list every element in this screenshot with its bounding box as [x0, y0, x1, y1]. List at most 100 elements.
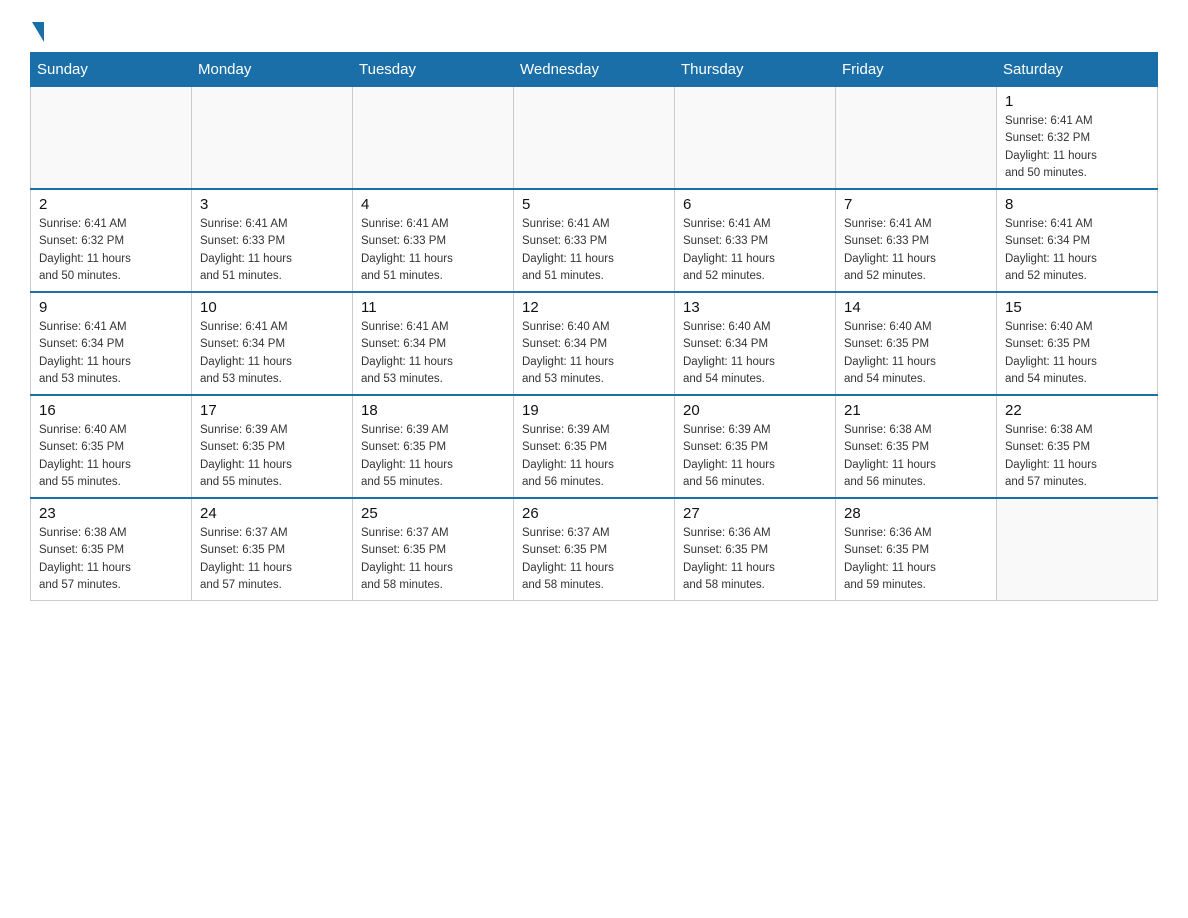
day-info: Sunrise: 6:37 AM Sunset: 6:35 PM Dayligh…	[200, 525, 344, 594]
calendar-cell	[192, 87, 353, 190]
day-number: 20	[683, 402, 827, 419]
day-info: Sunrise: 6:41 AM Sunset: 6:33 PM Dayligh…	[522, 216, 666, 285]
calendar-cell: 6 Sunrise: 6:41 AM Sunset: 6:33 PM Daylig…	[675, 189, 836, 292]
week-row-2: 9 Sunrise: 6:41 AM Sunset: 6:34 PM Daylig…	[31, 292, 1158, 395]
calendar-cell: 9 Sunrise: 6:41 AM Sunset: 6:34 PM Daylig…	[31, 292, 192, 395]
day-info: Sunrise: 6:36 AM Sunset: 6:35 PM Dayligh…	[844, 525, 988, 594]
day-info: Sunrise: 6:36 AM Sunset: 6:35 PM Dayligh…	[683, 525, 827, 594]
day-info: Sunrise: 6:39 AM Sunset: 6:35 PM Dayligh…	[361, 422, 505, 491]
day-number: 28	[844, 505, 988, 522]
day-number: 11	[361, 299, 505, 316]
day-info: Sunrise: 6:40 AM Sunset: 6:35 PM Dayligh…	[39, 422, 183, 491]
calendar-cell: 10 Sunrise: 6:41 AM Sunset: 6:34 PM Dayli…	[192, 292, 353, 395]
day-info: Sunrise: 6:40 AM Sunset: 6:35 PM Dayligh…	[1005, 319, 1149, 388]
calendar-cell: 5 Sunrise: 6:41 AM Sunset: 6:33 PM Daylig…	[514, 189, 675, 292]
day-info: Sunrise: 6:41 AM Sunset: 6:34 PM Dayligh…	[200, 319, 344, 388]
day-info: Sunrise: 6:40 AM Sunset: 6:35 PM Dayligh…	[844, 319, 988, 388]
calendar-cell: 24 Sunrise: 6:37 AM Sunset: 6:35 PM Dayli…	[192, 498, 353, 601]
week-row-3: 16 Sunrise: 6:40 AM Sunset: 6:35 PM Dayli…	[31, 395, 1158, 498]
day-number: 18	[361, 402, 505, 419]
calendar-cell: 8 Sunrise: 6:41 AM Sunset: 6:34 PM Daylig…	[997, 189, 1158, 292]
day-info: Sunrise: 6:37 AM Sunset: 6:35 PM Dayligh…	[522, 525, 666, 594]
calendar-cell	[31, 87, 192, 190]
day-header-saturday: Saturday	[997, 53, 1158, 87]
day-header-sunday: Sunday	[31, 53, 192, 87]
day-number: 23	[39, 505, 183, 522]
day-info: Sunrise: 6:37 AM Sunset: 6:35 PM Dayligh…	[361, 525, 505, 594]
day-header-wednesday: Wednesday	[514, 53, 675, 87]
calendar-cell: 19Sunrise: 6:39 AM Sunset: 6:35 PM Dayli…	[514, 395, 675, 498]
day-info: Sunrise: 6:39 AM Sunset: 6:35 PM Dayligh…	[200, 422, 344, 491]
calendar-cell	[353, 87, 514, 190]
day-header-friday: Friday	[836, 53, 997, 87]
calendar-cell	[514, 87, 675, 190]
day-header-monday: Monday	[192, 53, 353, 87]
week-row-4: 23 Sunrise: 6:38 AM Sunset: 6:35 PM Dayli…	[31, 498, 1158, 601]
day-number: 14	[844, 299, 988, 316]
calendar-cell: 12 Sunrise: 6:40 AM Sunset: 6:34 PM Dayli…	[514, 292, 675, 395]
day-info: Sunrise: 6:38 AM Sunset: 6:35 PM Dayligh…	[39, 525, 183, 594]
day-info: Sunrise: 6:41 AM Sunset: 6:32 PM Dayligh…	[1005, 113, 1149, 182]
day-info: Sunrise: 6:40 AM Sunset: 6:34 PM Dayligh…	[522, 319, 666, 388]
day-number: 10	[200, 299, 344, 316]
calendar-cell: 17 Sunrise: 6:39 AM Sunset: 6:35 PM Dayli…	[192, 395, 353, 498]
day-number: 27	[683, 505, 827, 522]
day-number: 26	[522, 505, 666, 522]
day-info: Sunrise: 6:41 AM Sunset: 6:32 PM Dayligh…	[39, 216, 183, 285]
day-info: Sunrise: 6:41 AM Sunset: 6:33 PM Dayligh…	[683, 216, 827, 285]
day-number: 3	[200, 196, 344, 213]
week-row-1: 2 Sunrise: 6:41 AM Sunset: 6:32 PM Daylig…	[31, 189, 1158, 292]
day-number: 7	[844, 196, 988, 213]
day-info: Sunrise: 6:38 AM Sunset: 6:35 PM Dayligh…	[1005, 422, 1149, 491]
day-number: 21	[844, 402, 988, 419]
calendar-cell: 26 Sunrise: 6:37 AM Sunset: 6:35 PM Dayli…	[514, 498, 675, 601]
day-number: 24	[200, 505, 344, 522]
day-number: 13	[683, 299, 827, 316]
week-row-0: 1 Sunrise: 6:41 AM Sunset: 6:32 PM Daylig…	[31, 87, 1158, 190]
page-header	[30, 20, 1158, 42]
calendar-cell: 25 Sunrise: 6:37 AM Sunset: 6:35 PM Dayli…	[353, 498, 514, 601]
day-number: 2	[39, 196, 183, 213]
calendar-cell: 15 Sunrise: 6:40 AM Sunset: 6:35 PM Dayli…	[997, 292, 1158, 395]
day-info: Sunrise: 6:41 AM Sunset: 6:34 PM Dayligh…	[1005, 216, 1149, 285]
calendar-cell	[997, 498, 1158, 601]
calendar-cell: 22 Sunrise: 6:38 AM Sunset: 6:35 PM Dayli…	[997, 395, 1158, 498]
calendar-cell: 27 Sunrise: 6:36 AM Sunset: 6:35 PM Dayli…	[675, 498, 836, 601]
day-info: Sunrise: 6:40 AM Sunset: 6:34 PM Dayligh…	[683, 319, 827, 388]
calendar-cell	[675, 87, 836, 190]
day-number: 16	[39, 402, 183, 419]
day-header-tuesday: Tuesday	[353, 53, 514, 87]
day-info: Sunrise: 6:38 AM Sunset: 6:35 PM Dayligh…	[844, 422, 988, 491]
day-info: Sunrise: 6:41 AM Sunset: 6:33 PM Dayligh…	[844, 216, 988, 285]
day-header-thursday: Thursday	[675, 53, 836, 87]
day-number: 9	[39, 299, 183, 316]
day-info: Sunrise: 6:41 AM Sunset: 6:33 PM Dayligh…	[361, 216, 505, 285]
calendar-cell	[836, 87, 997, 190]
logo	[30, 20, 44, 42]
day-number: 8	[1005, 196, 1149, 213]
day-number: 22	[1005, 402, 1149, 419]
day-number: 6	[683, 196, 827, 213]
day-info: Sunrise: 6:41 AM Sunset: 6:34 PM Dayligh…	[39, 319, 183, 388]
day-header-row: SundayMondayTuesdayWednesdayThursdayFrid…	[31, 53, 1158, 87]
calendar-cell: 20Sunrise: 6:39 AM Sunset: 6:35 PM Dayli…	[675, 395, 836, 498]
calendar-cell: 21 Sunrise: 6:38 AM Sunset: 6:35 PM Dayli…	[836, 395, 997, 498]
calendar-cell: 4Sunrise: 6:41 AM Sunset: 6:33 PM Daylig…	[353, 189, 514, 292]
day-number: 12	[522, 299, 666, 316]
calendar-cell: 11Sunrise: 6:41 AM Sunset: 6:34 PM Dayli…	[353, 292, 514, 395]
day-number: 15	[1005, 299, 1149, 316]
day-number: 5	[522, 196, 666, 213]
calendar-cell: 28 Sunrise: 6:36 AM Sunset: 6:35 PM Dayli…	[836, 498, 997, 601]
calendar-cell: 14 Sunrise: 6:40 AM Sunset: 6:35 PM Dayli…	[836, 292, 997, 395]
day-number: 25	[361, 505, 505, 522]
calendar-cell: 2 Sunrise: 6:41 AM Sunset: 6:32 PM Daylig…	[31, 189, 192, 292]
day-info: Sunrise: 6:41 AM Sunset: 6:33 PM Dayligh…	[200, 216, 344, 285]
calendar-cell: 3 Sunrise: 6:41 AM Sunset: 6:33 PM Daylig…	[192, 189, 353, 292]
calendar-table: SundayMondayTuesdayWednesdayThursdayFrid…	[30, 52, 1158, 601]
day-info: Sunrise: 6:39 AM Sunset: 6:35 PM Dayligh…	[522, 422, 666, 491]
logo-triangle-icon	[32, 22, 44, 42]
calendar-cell: 18 Sunrise: 6:39 AM Sunset: 6:35 PM Dayli…	[353, 395, 514, 498]
day-number: 17	[200, 402, 344, 419]
day-number: 1	[1005, 93, 1149, 110]
calendar-cell: 7 Sunrise: 6:41 AM Sunset: 6:33 PM Daylig…	[836, 189, 997, 292]
